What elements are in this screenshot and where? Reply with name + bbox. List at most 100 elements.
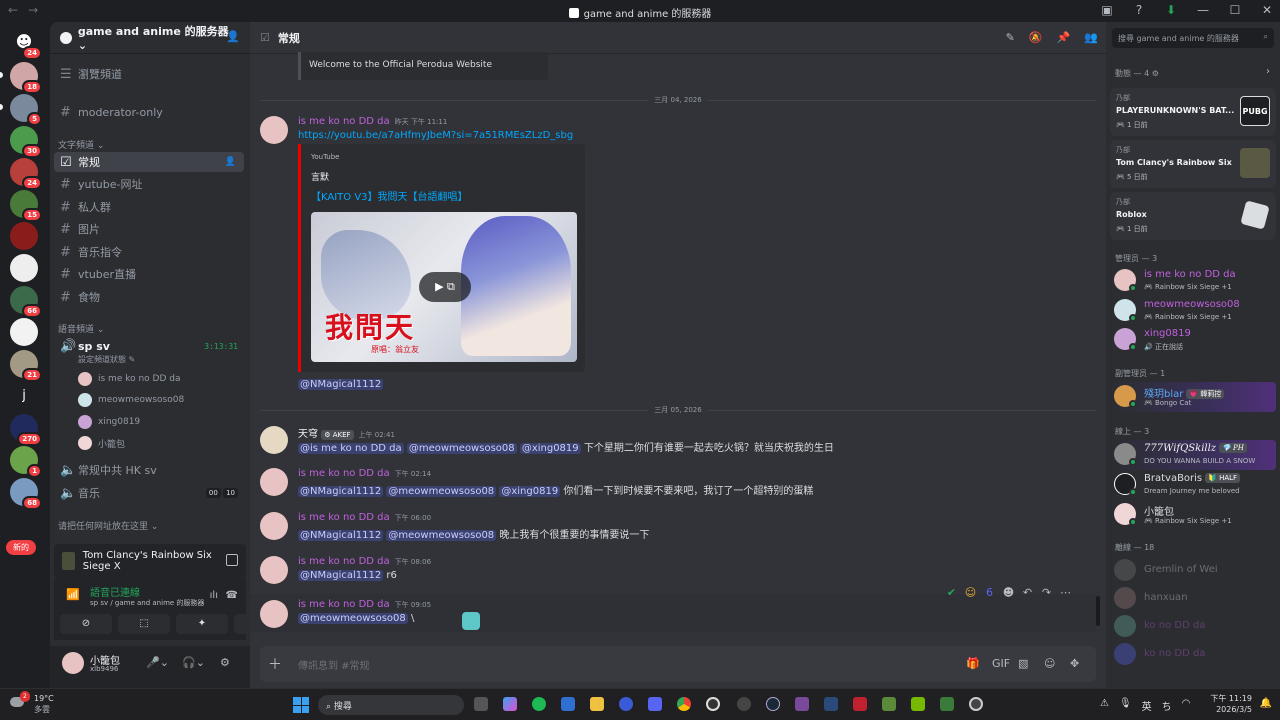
obs-icon[interactable]	[706, 697, 720, 711]
weather-widget[interactable]: 2 19°C 多雲	[10, 691, 54, 715]
steam-icon[interactable]	[766, 697, 780, 711]
message-composer[interactable]: ＋ 傳訊息到 #常规 🎁 GIF ▧ ☺ ✥	[260, 646, 1096, 682]
avatar[interactable]	[260, 116, 288, 144]
server-icon[interactable]: 68	[10, 478, 42, 510]
activity-card[interactable]: 乃部 Roblox 🎮 1 日前	[1110, 192, 1276, 240]
mic-icon[interactable]: 🎙	[1119, 698, 1132, 713]
app-icon[interactable]	[824, 697, 838, 711]
voice-channel-sp-sv[interactable]: 🔊 sp sv 3:13:31	[54, 336, 244, 356]
controller-icon[interactable]	[226, 554, 238, 566]
activities-button[interactable]: ✦	[176, 614, 228, 634]
mention[interactable]: @is me ko no DD da	[298, 443, 404, 454]
ime-icon[interactable]: ち	[1162, 698, 1172, 713]
embed-channel[interactable]: 言默	[311, 170, 329, 183]
mic-icon[interactable]: 🎤⌄	[146, 656, 169, 669]
channel-private[interactable]: # 私人群	[54, 197, 244, 217]
server-icon[interactable]: 66	[10, 286, 42, 318]
discord-icon[interactable]	[648, 697, 662, 711]
members-icon[interactable]: 👥	[1084, 31, 1098, 44]
task-view-icon[interactable]	[474, 697, 488, 711]
avatar[interactable]	[62, 652, 84, 674]
plus-icon[interactable]: ＋	[268, 654, 282, 674]
noise-icon[interactable]: ılı	[210, 590, 218, 601]
browse-channels[interactable]: ☰ 瀏覽頻道	[54, 64, 244, 84]
mention[interactable]: @meowmeowsoso08	[406, 443, 517, 454]
avatar[interactable]	[260, 600, 288, 628]
author-name[interactable]: is me ko no DD da	[298, 116, 390, 127]
voice-channel-hk[interactable]: 🔈 常规中共 HK sv	[54, 460, 244, 480]
taskbar-search[interactable]: ⌕ 搜尋	[318, 695, 464, 715]
voice-status[interactable]: 設定頻道狀態 ✎	[78, 354, 135, 365]
mute-icon[interactable]: 🔕	[1029, 31, 1043, 44]
server-icon[interactable]: 5	[10, 94, 42, 126]
member-item[interactable]: 小籠包 🎮 Rainbow Six Siege +1	[1110, 500, 1276, 530]
add-reaction-icon[interactable]: ☻	[1001, 586, 1016, 599]
disconnect-icon[interactable]: ☎	[226, 590, 238, 601]
member-item[interactable]: Gremlin of Wei	[1110, 556, 1276, 586]
voice-user[interactable]: 小籠包	[78, 436, 125, 450]
member-item[interactable]: BratvaBoris 🔰 HALF Dream Journey me belove…	[1110, 470, 1276, 500]
sticker-icon[interactable]: ▧	[1018, 657, 1028, 670]
voice-user[interactable]: meowmeowsoso08	[78, 393, 184, 407]
reply-icon[interactable]: ↶	[1020, 586, 1035, 599]
headphones-icon[interactable]: 🎧⌄	[182, 656, 205, 669]
inbox-icon[interactable]: ▣	[1100, 3, 1114, 17]
voice-connected-title[interactable]: 語音已連線	[90, 584, 140, 599]
minecraft-icon[interactable]	[882, 697, 896, 711]
invite-icon[interactable]: 👤	[225, 157, 236, 167]
link-embed[interactable]: Welcome to the Official Perodua Website	[298, 52, 548, 80]
youtube-link[interactable]: https://youtu.be/a7aHfmyJbeM?si=7a51RMEs…	[298, 130, 573, 141]
app-icon[interactable]	[940, 697, 954, 711]
embed-title[interactable]: 【KAITO V3】我問天【台語翻唱】	[311, 188, 468, 203]
explorer-icon[interactable]	[590, 697, 604, 711]
notification-icon[interactable]: 🔔	[1260, 698, 1272, 709]
settings-gear-icon[interactable]: ⚙	[220, 656, 230, 669]
avatar[interactable]	[260, 556, 288, 584]
avatar[interactable]	[260, 468, 288, 496]
avatar[interactable]	[260, 426, 288, 454]
help-icon[interactable]: ?	[1132, 3, 1146, 17]
scrollbar[interactable]	[1096, 596, 1100, 626]
gif-icon[interactable]: GIF	[992, 657, 1010, 670]
server-icon[interactable]	[10, 254, 38, 282]
voice-user[interactable]: is me ko no DD da	[78, 372, 181, 386]
game-activity-bar[interactable]: Tom Clancy's Rainbow Six Siege X	[54, 544, 246, 578]
member-item[interactable]: hanxuan	[1110, 584, 1276, 614]
activity-card[interactable]: 乃部 PLAYERUNKNOWN'S BAT... 🎮 1 日前 PUBG	[1110, 88, 1276, 136]
category-links[interactable]: 请把任何网址放在这里 ⌄	[58, 519, 158, 532]
gift-icon[interactable]: 🎁	[966, 657, 980, 670]
category-voice[interactable]: 語音頻道 ⌄	[58, 322, 104, 335]
threads-icon[interactable]: ✎	[1006, 31, 1015, 44]
maximize-button[interactable]: ☐	[1228, 3, 1242, 17]
app-icon[interactable]	[737, 697, 751, 711]
composer-placeholder[interactable]: 傳訊息到 #常规	[298, 657, 370, 672]
author-name[interactable]: is me ko no DD da	[298, 512, 390, 523]
author-name[interactable]: is me ko no DD da	[298, 468, 390, 479]
server-icon[interactable]: 270	[10, 414, 42, 446]
server-icon[interactable]: 1	[10, 446, 42, 478]
chevron-right-icon[interactable]: ›	[1266, 66, 1270, 77]
invite-icon[interactable]: 👤	[226, 30, 240, 43]
member-item[interactable]: meowmeowsoso08 🎮 Rainbow Six Siege +1	[1110, 296, 1276, 326]
wifi-icon[interactable]: ◠	[1182, 698, 1191, 713]
server-icon[interactable]: 21	[10, 350, 42, 382]
channel-moderator-only[interactable]: # moderator-only	[54, 102, 244, 122]
channel-music-cmd[interactable]: # 音乐指令	[54, 242, 244, 262]
chrome-icon[interactable]	[677, 697, 691, 711]
nvidia-icon[interactable]	[911, 697, 925, 711]
forward-icon[interactable]: ↷	[1039, 586, 1054, 599]
mention[interactable]: @NMagical1112	[298, 570, 384, 581]
activity-card[interactable]: 乃部 Tom Clancy's Rainbow Six ... 🎮 5 日前	[1110, 140, 1276, 188]
member-item[interactable]: 777WifQSkillz 💎 PH DO YOU WANNA BUILD A SN…	[1110, 440, 1276, 470]
server-icon-j[interactable]: j	[10, 382, 38, 410]
more-icon[interactable]: ⋯	[1058, 586, 1073, 599]
channel-pics[interactable]: # 图片	[54, 219, 244, 239]
voice-user[interactable]: xing0819	[78, 415, 140, 429]
mention[interactable]: @meowmeowsoso08	[386, 530, 497, 541]
emoji-icon[interactable]: ☺	[1044, 657, 1055, 670]
author-name[interactable]: is me ko no DD da	[298, 599, 390, 610]
start-button-icon[interactable]	[293, 697, 309, 713]
reaction-count[interactable]: 6	[982, 586, 997, 599]
apps-icon[interactable]: ✥	[1070, 657, 1079, 670]
close-button[interactable]: ✕	[1260, 3, 1274, 17]
